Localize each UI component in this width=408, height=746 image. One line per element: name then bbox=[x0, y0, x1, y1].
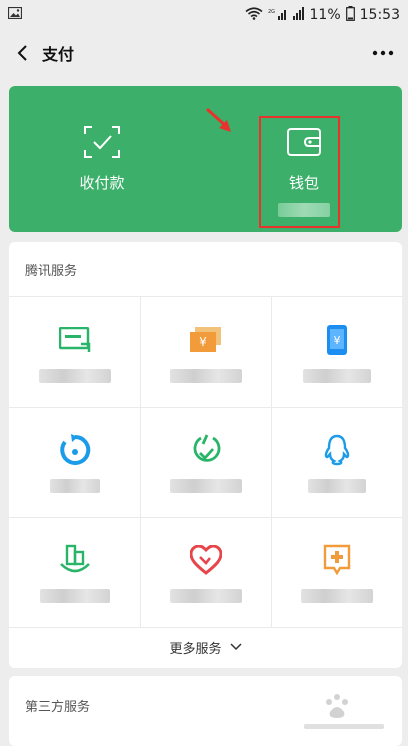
qq-penguin-icon bbox=[324, 434, 349, 466]
battery-percent: 11% bbox=[309, 7, 341, 23]
phone-yuan-icon: ¥ bbox=[326, 325, 347, 355]
service-phone-topup[interactable]: ¥ bbox=[271, 297, 402, 407]
battery-icon bbox=[345, 5, 355, 25]
service-wealth[interactable]: ¥ bbox=[140, 297, 271, 407]
service-label-blurred bbox=[39, 589, 110, 603]
money-stack-icon: ¥ bbox=[189, 327, 221, 352]
credit-card-icon bbox=[58, 327, 90, 352]
status-right: 2G 11% 15:53 bbox=[245, 5, 408, 25]
nav-bar: 支付 bbox=[0, 30, 408, 76]
service-label-blurred bbox=[49, 479, 100, 493]
service-label-blurred bbox=[302, 369, 371, 383]
service-wealth-management[interactable] bbox=[9, 407, 140, 517]
svg-text:¥: ¥ bbox=[199, 335, 207, 349]
service-label-blurred bbox=[169, 479, 242, 493]
annotation-arrow-icon bbox=[205, 107, 231, 132]
service-credit-card[interactable] bbox=[9, 297, 140, 407]
tencent-services-header: 腾讯服务 bbox=[9, 242, 402, 297]
refresh-coin-icon bbox=[59, 434, 90, 465]
chevron-down-icon bbox=[229, 643, 242, 651]
medical-cross-icon bbox=[323, 544, 350, 576]
svg-text:¥: ¥ bbox=[333, 334, 340, 347]
svg-text:2G: 2G bbox=[268, 9, 275, 15]
more-services-label: 更多服务 bbox=[169, 641, 222, 657]
service-label-blurred bbox=[300, 589, 373, 603]
service-label-blurred bbox=[169, 589, 242, 603]
scan-check-icon bbox=[84, 126, 120, 158]
service-city-services[interactable] bbox=[9, 517, 140, 627]
service-medical[interactable] bbox=[271, 517, 402, 627]
pay-receive-button[interactable]: 收付款 bbox=[22, 86, 182, 232]
gallery-notification-icon bbox=[7, 6, 23, 23]
status-time: 15:53 bbox=[359, 7, 400, 23]
service-label-blurred bbox=[38, 369, 111, 383]
more-options-button[interactable] bbox=[370, 42, 396, 64]
signal-icon-2 bbox=[292, 6, 305, 24]
service-qq-coin[interactable] bbox=[271, 407, 402, 517]
status-left bbox=[0, 6, 23, 23]
check-circle-icon bbox=[193, 434, 220, 462]
service-label-blurred bbox=[169, 369, 242, 383]
page-title: 支付 bbox=[42, 45, 75, 64]
city-buildings-icon bbox=[59, 544, 90, 573]
wifi-icon bbox=[245, 6, 263, 24]
baidu-watermark-logo bbox=[304, 694, 384, 729]
service-charity[interactable] bbox=[140, 517, 271, 627]
service-utilities[interactable] bbox=[140, 407, 271, 517]
more-services-button[interactable]: 更多服务 bbox=[9, 626, 402, 668]
chevron-left-icon bbox=[17, 45, 27, 61]
more-dots-icon bbox=[372, 50, 394, 56]
status-bar: 2G 11% 15:53 bbox=[0, 0, 408, 30]
back-button[interactable] bbox=[2, 30, 42, 76]
pay-receive-label: 收付款 bbox=[79, 174, 125, 192]
heart-icon bbox=[189, 545, 222, 575]
signal-icon: 2G bbox=[268, 7, 288, 24]
tencent-services-panel: 腾讯服务 ¥ ¥ 更多服务 bbox=[9, 242, 402, 668]
service-label-blurred bbox=[307, 479, 366, 493]
annotation-highlight-box bbox=[259, 116, 340, 228]
